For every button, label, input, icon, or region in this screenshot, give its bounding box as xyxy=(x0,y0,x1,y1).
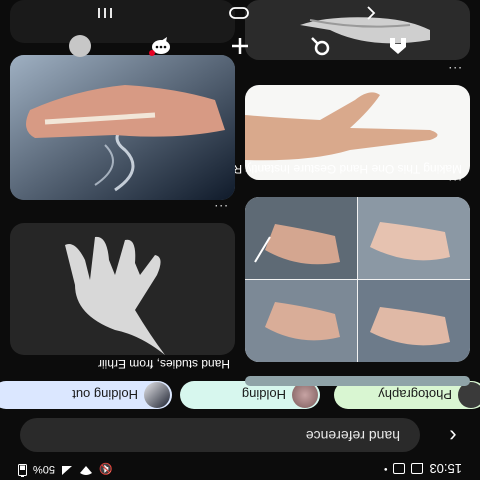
pin-photo-collage xyxy=(245,197,470,362)
search-row: ‹ hand reference xyxy=(0,418,480,452)
system-back-icon[interactable] xyxy=(358,0,384,26)
chip-label: Photography xyxy=(378,387,452,403)
pin-image-partial[interactable] xyxy=(245,376,470,386)
search-query[interactable]: hand reference xyxy=(306,428,400,444)
chip-label: Holding out xyxy=(72,387,138,403)
notification-icon xyxy=(411,463,424,475)
home-icon[interactable] xyxy=(382,30,414,62)
signal-icon xyxy=(61,462,73,476)
battery-icon xyxy=(18,461,27,477)
wifi-icon xyxy=(79,462,93,476)
chip-holding-out[interactable]: Holding out xyxy=(0,381,172,409)
search-icon[interactable] xyxy=(304,30,336,62)
screen: 15:03 • 🔇 50% ‹ hand reference Photograp… xyxy=(0,0,480,480)
pin-caption: Hand studies, from Erhiir xyxy=(97,357,230,371)
pin-caption: Making This One Hand Gesture Instantly R… xyxy=(188,162,462,176)
pin-image[interactable] xyxy=(10,223,235,355)
bottom-nav xyxy=(0,30,480,62)
more-options-button[interactable]: ... xyxy=(213,202,228,218)
battery-level: 50% xyxy=(33,463,56,475)
mute-icon: 🔇 xyxy=(99,462,113,475)
search-input[interactable]: hand reference xyxy=(20,418,420,452)
pin-photo-hand-bw xyxy=(65,236,165,355)
add-icon[interactable] xyxy=(224,30,256,62)
gallery-icon xyxy=(393,463,406,475)
status-time: 15:03 xyxy=(429,461,462,477)
dot-icon: • xyxy=(383,463,388,475)
system-navigation xyxy=(0,0,480,26)
chip-label: Holding xyxy=(241,387,286,403)
back-icon[interactable]: ‹ xyxy=(442,424,464,449)
system-home-icon[interactable] xyxy=(226,0,252,26)
more-options-button[interactable]: ... xyxy=(447,64,462,80)
pin-image[interactable] xyxy=(10,55,235,200)
system-recents-icon[interactable] xyxy=(92,0,118,26)
chip-thumbnail xyxy=(144,382,170,408)
pin-image[interactable] xyxy=(245,197,470,362)
pin-photo-smoke xyxy=(10,55,235,200)
status-bar: 15:03 • 🔇 50% xyxy=(0,458,480,480)
messages-icon[interactable] xyxy=(144,30,176,62)
profile-icon[interactable] xyxy=(64,30,96,62)
